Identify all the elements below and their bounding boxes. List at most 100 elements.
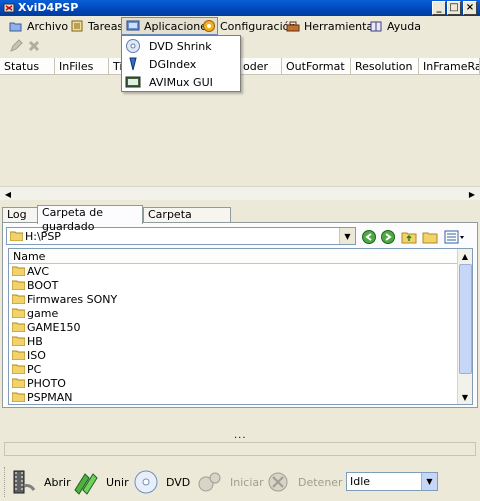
- avimux-icon: [125, 76, 141, 88]
- folder-icon: [12, 280, 25, 290]
- menu-tareas[interactable]: Tareas: [66, 17, 127, 35]
- menu-dvd-shrink[interactable]: DVD Shrink: [122, 37, 240, 55]
- join-button[interactable]: Unir: [72, 466, 129, 498]
- list-item-label: PSPMAN: [27, 390, 73, 404]
- open-button[interactable]: Abrir: [10, 466, 71, 498]
- column-resolution[interactable]: Resolution: [351, 58, 419, 75]
- menu-avimux-gui[interactable]: AVIMux GUI: [122, 73, 240, 91]
- open-label: Abrir: [44, 475, 71, 489]
- splitter-grip[interactable]: ...: [234, 430, 247, 441]
- list-item-label: HB: [27, 334, 43, 348]
- folder-icon: [12, 350, 25, 360]
- list-item[interactable]: BOOT: [12, 278, 117, 292]
- task-list-hscrollbar[interactable]: ◀ ▶: [0, 186, 480, 200]
- progress-bar: [4, 442, 476, 456]
- list-item[interactable]: AVC: [12, 264, 117, 278]
- menu-archivo[interactable]: Archivo: [5, 17, 72, 35]
- title-bar: XviD4PSP _ □ ×: [0, 0, 480, 16]
- folder-icon: [12, 322, 25, 332]
- stop-label: Detener: [298, 475, 343, 489]
- list-item[interactable]: Firmwares SONY: [12, 292, 117, 306]
- scroll-down-icon[interactable]: ▼: [458, 390, 472, 404]
- file-list-vscrollbar[interactable]: ▲ ▼: [457, 249, 472, 404]
- folder-icon: [12, 266, 25, 276]
- list-item-label: Firmwares SONY: [27, 292, 118, 306]
- list-item-label: GAME150: [27, 320, 81, 334]
- list-item[interactable]: GAME150: [12, 320, 117, 334]
- column-infiles[interactable]: InFiles: [55, 58, 109, 75]
- folder-icon: [12, 308, 25, 318]
- stop-button[interactable]: Detener: [264, 466, 343, 498]
- minimize-button[interactable]: _: [432, 1, 446, 15]
- list-item-label: PHOTO: [27, 376, 66, 390]
- list-item-label: AVC: [27, 264, 50, 278]
- start-gears-icon: [198, 472, 221, 492]
- dvd-shrink-icon: [126, 39, 140, 53]
- help-icon: [370, 21, 382, 32]
- chevron-down-icon[interactable]: ▼: [421, 473, 437, 490]
- list-item[interactable]: PC: [12, 362, 117, 376]
- dvd-button[interactable]: DVD: [132, 466, 190, 498]
- chevron-down-icon[interactable]: ▼: [339, 228, 355, 244]
- column-status[interactable]: Status: [0, 58, 55, 75]
- menu-ayuda-label: Ayuda: [387, 19, 421, 33]
- menu-tareas-label: Tareas: [88, 19, 124, 33]
- scroll-thumb[interactable]: [459, 264, 472, 374]
- avimux-gui-label: AVIMux GUI: [149, 75, 213, 89]
- aplicaciones-dropdown: DVD Shrink DGIndex AVIMux GUI: [121, 35, 241, 92]
- file-list[interactable]: Name AVC BOOT Firmwares SONY game GAME15…: [8, 248, 473, 405]
- list-item-label: game: [27, 306, 59, 320]
- toolbar-grip[interactable]: [4, 467, 7, 497]
- start-label: Iniciar: [230, 475, 264, 489]
- maximize-button[interactable]: □: [447, 1, 461, 15]
- list-item[interactable]: ISO: [12, 348, 117, 362]
- view-menu-icon[interactable]: [444, 229, 466, 245]
- window-title: XviD4PSP: [18, 1, 79, 14]
- open-film-icon: [13, 470, 36, 494]
- close-button[interactable]: ×: [463, 1, 477, 15]
- menu-archivo-label: Archivo: [27, 19, 69, 33]
- column-inframerate[interactable]: InFrameRate: [419, 58, 480, 75]
- list-item-label: PC: [27, 362, 42, 376]
- tab-carpeta-temporal[interactable]: Carpeta temporal: [143, 207, 231, 235]
- forward-icon[interactable]: [380, 229, 396, 245]
- state-value: Idle: [350, 475, 371, 488]
- column-encoder[interactable]: oder: [239, 58, 282, 75]
- back-icon[interactable]: [361, 229, 377, 245]
- scroll-up-icon[interactable]: ▲: [458, 249, 472, 263]
- up-folder-icon[interactable]: [401, 229, 417, 245]
- scroll-right-icon[interactable]: ▶: [465, 187, 479, 201]
- app-icon: [3, 3, 15, 13]
- folder-icon: [12, 336, 25, 346]
- dvd-disc-icon: [134, 470, 158, 494]
- column-name[interactable]: Name: [9, 249, 458, 264]
- dgindex-icon: [129, 57, 137, 71]
- menu-ayuda[interactable]: Ayuda: [365, 17, 425, 35]
- file-rows: AVC BOOT Firmwares SONY game GAME150 HB …: [12, 264, 117, 404]
- folder-icon: [12, 392, 25, 402]
- list-item-label: BOOT: [27, 278, 59, 292]
- folder-icon: [12, 294, 25, 304]
- list-item[interactable]: game: [12, 306, 117, 320]
- tab-log[interactable]: Log: [2, 207, 38, 223]
- join-label: Unir: [106, 475, 129, 489]
- folder-icon: [10, 231, 23, 241]
- settings-icon: [203, 20, 215, 32]
- column-outformat[interactable]: OutFormat: [282, 58, 351, 75]
- new-folder-icon[interactable]: [422, 229, 438, 245]
- list-item[interactable]: PHOTO: [12, 376, 117, 390]
- edit-task-icon[interactable]: [9, 39, 23, 53]
- menu-bar: Archivo Tareas Aplicaciones Configuració…: [0, 16, 480, 36]
- state-select[interactable]: Idle ▼: [346, 472, 438, 491]
- list-item[interactable]: HB: [12, 334, 117, 348]
- join-icon: [74, 473, 98, 495]
- start-button[interactable]: Iniciar: [196, 466, 264, 498]
- list-item-label: ISO: [27, 348, 46, 362]
- list-item[interactable]: PSPMAN: [12, 390, 117, 404]
- stop-gears-icon: [268, 472, 288, 492]
- delete-task-icon[interactable]: [27, 39, 41, 53]
- menu-dgindex[interactable]: DGIndex: [122, 55, 240, 73]
- scroll-left-icon[interactable]: ◀: [1, 187, 15, 201]
- folder-icon: [12, 364, 25, 374]
- tab-carpeta-de-guardado[interactable]: Carpeta de guardado: [37, 205, 143, 233]
